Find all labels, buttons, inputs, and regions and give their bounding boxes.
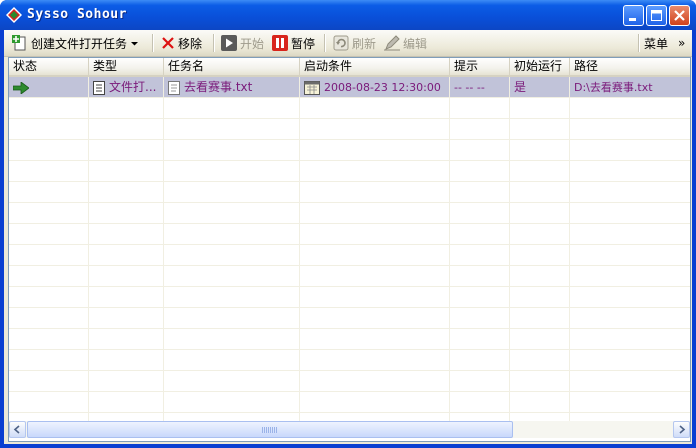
column-header-status[interactable]: 状态 [9,58,89,75]
toolbar: 创建文件打开任务 移除 开始 暂停 刷新 编辑 菜单 » [4,30,692,57]
toolbar-overflow-chevron-icon: » [678,36,686,50]
initial-run-cell: 是 [510,77,570,98]
minimize-button[interactable] [623,5,644,26]
text-file-icon [168,80,180,95]
empty-row [9,224,690,245]
task-rows: 文件打... 去看赛事.txt 2008-08-23 12:30:00 -- -… [9,77,690,434]
task-name-text: 去看赛事.txt [184,80,253,94]
menu-label: 菜单 [644,36,669,51]
green-arrow-right-icon [13,81,29,94]
remove-label: 移除 [178,36,203,51]
toolbar-separator [638,34,640,52]
client-area: 创建文件打开任务 移除 开始 暂停 刷新 编辑 菜单 » 状态 类型 任务名 启… [4,30,692,444]
toolbar-separator [152,34,154,52]
new-file-icon [12,35,26,51]
toolbar-separator [324,34,326,52]
app-logo-icon [6,7,22,23]
close-button[interactable] [669,5,690,26]
column-header-start-condition[interactable]: 启动条件 [300,58,450,75]
horizontal-scrollbar[interactable] [9,421,690,438]
empty-row [9,203,690,224]
path-cell: D:\去看赛事.txt [570,77,690,98]
dropdown-arrow-icon[interactable] [130,39,139,48]
create-task-button[interactable]: 创建文件打开任务 [12,33,139,53]
scroll-left-arrow-icon [13,425,20,434]
menu-button[interactable]: 菜单 [644,33,668,53]
scroll-right-button[interactable] [673,421,690,438]
hint-text: -- -- -- [454,81,485,94]
empty-row [9,371,690,392]
edit-label: 编辑 [403,36,428,51]
pause-button[interactable]: 暂停 [272,33,315,53]
initial-run-text: 是 [514,80,527,94]
play-icon [221,35,237,51]
path-text: D:\去看赛事.txt [574,81,653,94]
column-header: 状态 类型 任务名 启动条件 提示 初始运行 路径 [9,58,690,77]
window-title: Sysso Sohour [27,7,127,22]
empty-row [9,287,690,308]
pause-icon [272,35,288,51]
pause-label: 暂停 [291,36,316,51]
edit-pencil-icon [384,35,400,51]
maximize-button[interactable] [646,5,667,26]
empty-row [9,245,690,266]
type-text: 文件打... [109,80,157,94]
empty-row [9,161,690,182]
task-name-cell: 去看赛事.txt [164,77,300,98]
type-cell: 文件打... [89,77,164,98]
start-condition-cell: 2008-08-23 12:30:00 [300,77,450,98]
scroll-thumb[interactable] [27,421,513,438]
empty-row [9,119,690,140]
status-cell [9,77,89,98]
empty-row [9,350,690,371]
column-header-task-name[interactable]: 任务名 [164,58,300,75]
refresh-button[interactable]: 刷新 [333,33,376,53]
start-label: 开始 [240,36,265,51]
empty-row [9,308,690,329]
title-bar[interactable]: Sysso Sohour [0,0,696,30]
column-header-path[interactable]: 路径 [570,58,690,75]
table-row[interactable]: 文件打... 去看赛事.txt 2008-08-23 12:30:00 -- -… [9,77,690,98]
app-window: Sysso Sohour 创建文件打开任务 移除 开始 暂停 刷新 编辑 菜单 … [0,0,696,448]
start-button[interactable]: 开始 [221,33,264,53]
scroll-grip [262,427,278,433]
refresh-icon [333,35,349,51]
empty-row [9,392,690,413]
toolbar-separator [213,34,215,52]
column-header-type[interactable]: 类型 [89,58,164,75]
scroll-left-button[interactable] [9,421,26,438]
empty-row [9,329,690,350]
empty-row [9,140,690,161]
red-x-icon [162,37,174,49]
column-header-hint[interactable]: 提示 [450,58,510,75]
edit-button[interactable]: 编辑 [384,33,427,53]
empty-row [9,182,690,203]
column-header-initial-run[interactable]: 初始运行 [510,58,570,75]
scroll-right-arrow-icon [679,425,686,434]
start-condition-text: 2008-08-23 12:30:00 [324,81,441,94]
document-icon [93,80,105,95]
toolbar-overflow-button[interactable]: » [678,33,685,53]
empty-row [9,266,690,287]
task-list[interactable]: 状态 类型 任务名 启动条件 提示 初始运行 路径 文件打... 去看赛事.tx… [8,57,691,442]
calendar-icon [304,80,320,95]
remove-button[interactable]: 移除 [161,33,202,53]
hint-cell: -- -- -- [450,77,510,98]
refresh-label: 刷新 [352,36,377,51]
empty-row [9,98,690,119]
create-task-label: 创建文件打开任务 [31,36,128,51]
